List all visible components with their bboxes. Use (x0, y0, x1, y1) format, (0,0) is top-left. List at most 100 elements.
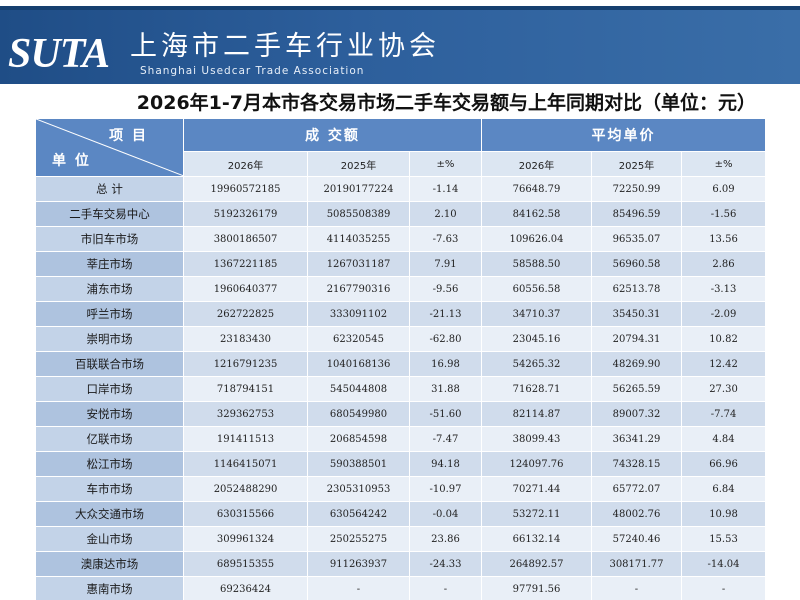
table-row: 大众交通市场 630315566 630564242 -0.04 53272.11 480… (35, 501, 765, 527)
data-table-container: 项 目 单 位 成 交额 平均单价 2026年 2025年 ±% 2026年 2… (35, 118, 765, 600)
cell-amount-2026: 2052488290 (183, 476, 308, 502)
cell-amount-2025: 911263937 (307, 551, 410, 577)
cell-amount-2025: 680549980 (307, 401, 410, 427)
cell-amount-2025: 2305310953 (307, 476, 410, 502)
table-row: 澳康达市场 689515355 911263937 -24.33 264892.57 30… (35, 551, 765, 577)
cell-amount-change: -9.56 (409, 276, 482, 302)
cell-amount-change: 31.88 (409, 376, 482, 402)
cell-avg-change: -2.09 (680, 301, 765, 327)
cell-avg-2026: 54265.32 (481, 351, 592, 377)
table-row: 口岸市场 718794151 545044808 31.88 71628.71 56265… (35, 376, 765, 402)
cell-avg-2025: 96535.07 (591, 226, 682, 252)
cell-amount-2026: 69236424 (183, 576, 308, 600)
market-name-cell: 澳康达市场 (35, 551, 184, 577)
cell-amount-2026: 1216791235 (183, 351, 308, 377)
banner: SUTA 上海市二手车行业协会 Shanghai Usedcar Trade A… (0, 0, 800, 90)
market-name-cell: 金山市场 (35, 526, 184, 552)
cell-avg-change: 13.56 (680, 226, 765, 252)
cell-avg-change: 4.84 (680, 426, 765, 452)
cell-avg-2026: 84162.58 (481, 201, 592, 227)
cell-avg-2026: 34710.37 (481, 301, 592, 327)
cell-avg-change: 15.53 (680, 526, 765, 552)
cell-avg-2026: 60556.58 (481, 276, 592, 302)
banner-band-edge (0, 6, 800, 10)
market-name-cell: 大众交通市场 (35, 501, 184, 527)
cell-amount-change: -51.60 (409, 401, 482, 427)
cell-amount-2025: 1267031187 (307, 251, 410, 277)
market-name-cell: 总 计 (35, 176, 184, 202)
cell-avg-2025: 85496.59 (591, 201, 682, 227)
table-row: 二手车交易中心 5192326179 5085508389 2.10 84162.58 8… (35, 201, 765, 227)
suta-logo: SUTA (8, 31, 110, 77)
cell-amount-2025: 20190177224 (307, 176, 410, 202)
market-name-cell: 浦东市场 (35, 276, 184, 302)
cell-avg-2025: 308171.77 (591, 551, 682, 577)
cell-amount-change: -0.04 (409, 501, 482, 527)
cell-avg-2025: 57240.46 (591, 526, 682, 552)
cell-avg-2026: 38099.43 (481, 426, 592, 452)
cell-amount-change: - (409, 576, 482, 600)
sub-header-avg-2025: 2025年 (591, 151, 682, 177)
cell-amount-2026: 689515355 (183, 551, 308, 577)
cell-avg-2025: 62513.78 (591, 276, 682, 302)
table-row: 车市市场 2052488290 2305310953 -10.97 70271.44 65… (35, 476, 765, 502)
cell-amount-2025: 206854598 (307, 426, 410, 452)
cell-avg-2026: 109626.04 (481, 226, 592, 252)
cell-avg-change: 27.30 (680, 376, 765, 402)
market-name-cell: 车市市场 (35, 476, 184, 502)
market-name-cell: 惠南市场 (35, 576, 184, 600)
cell-avg-change: 10.82 (680, 326, 765, 352)
table-row: 金山市场 309961324 250255275 23.86 66132.14 57240… (35, 526, 765, 552)
org-name-en: Shanghai Usedcar Trade Association (140, 65, 365, 77)
cell-avg-2026: 97791.56 (481, 576, 592, 600)
cell-amount-2025: 2167790316 (307, 276, 410, 302)
table-body: 总 计 19960572185 20190177224 -1.14 76648.79 72… (35, 176, 765, 600)
cell-amount-2025: 250255275 (307, 526, 410, 552)
cell-avg-2025: - (591, 576, 682, 600)
cell-avg-change: -7.74 (680, 401, 765, 427)
cell-avg-2025: 56960.58 (591, 251, 682, 277)
cell-amount-2026: 309961324 (183, 526, 308, 552)
market-name-cell: 呼兰市场 (35, 301, 184, 327)
cell-amount-change: 94.18 (409, 451, 482, 477)
market-name-cell: 百联联合市场 (35, 351, 184, 377)
cell-amount-2026: 630315566 (183, 501, 308, 527)
cell-amount-2025: 62320545 (307, 326, 410, 352)
cell-avg-2026: 82114.87 (481, 401, 592, 427)
cell-amount-change: 7.91 (409, 251, 482, 277)
table-row: 崇明市场 23183430 62320545 -62.80 23045.16 20794.… (35, 326, 765, 352)
cell-amount-2026: 3800186507 (183, 226, 308, 252)
cell-amount-2026: 718794151 (183, 376, 308, 402)
org-name: 上海市二手车行业协会 (130, 31, 440, 62)
table-row: 呼兰市场 262722825 333091102 -21.13 34710.37 3545… (35, 301, 765, 327)
table-row: 百联联合市场 1216791235 1040168136 16.98 54265.32 4… (35, 351, 765, 377)
cell-avg-change: 2.86 (680, 251, 765, 277)
cell-amount-change: -7.63 (409, 226, 482, 252)
cell-avg-change: 6.84 (680, 476, 765, 502)
cell-avg-2025: 65772.07 (591, 476, 682, 502)
corner-unit-label: 单 位 (52, 153, 91, 169)
cell-avg-2026: 76648.79 (481, 176, 592, 202)
cell-avg-2026: 264892.57 (481, 551, 592, 577)
cell-amount-2026: 19960572185 (183, 176, 308, 202)
sub-header-amount-2026: 2026年 (183, 151, 308, 177)
market-name-cell: 莘庄市场 (35, 251, 184, 277)
cell-avg-2026: 58588.50 (481, 251, 592, 277)
cell-avg-change: 6.09 (680, 176, 765, 202)
cell-amount-2025: 1040168136 (307, 351, 410, 377)
market-name-cell: 口岸市场 (35, 376, 184, 402)
cell-amount-2026: 23183430 (183, 326, 308, 352)
market-name-cell: 松江市场 (35, 451, 184, 477)
sub-header-amount-2025: 2025年 (307, 151, 410, 177)
table-row: 浦东市场 1960640377 2167790316 -9.56 60556.58 625… (35, 276, 765, 302)
cell-avg-change: -14.04 (680, 551, 765, 577)
cell-avg-2026: 53272.11 (481, 501, 592, 527)
cell-avg-change: 12.42 (680, 351, 765, 377)
corner-item-label: 项 目 (109, 128, 148, 144)
transaction-table: 项 目 单 位 成 交额 平均单价 2026年 2025年 ±% 2026年 2… (35, 118, 765, 600)
corner-header-cell: 项 目 单 位 (35, 118, 184, 177)
cell-avg-2026: 71628.71 (481, 376, 592, 402)
cell-amount-2026: 5192326179 (183, 201, 308, 227)
market-name-cell: 亿联市场 (35, 426, 184, 452)
sub-header-avg-change: ±% (680, 151, 765, 177)
